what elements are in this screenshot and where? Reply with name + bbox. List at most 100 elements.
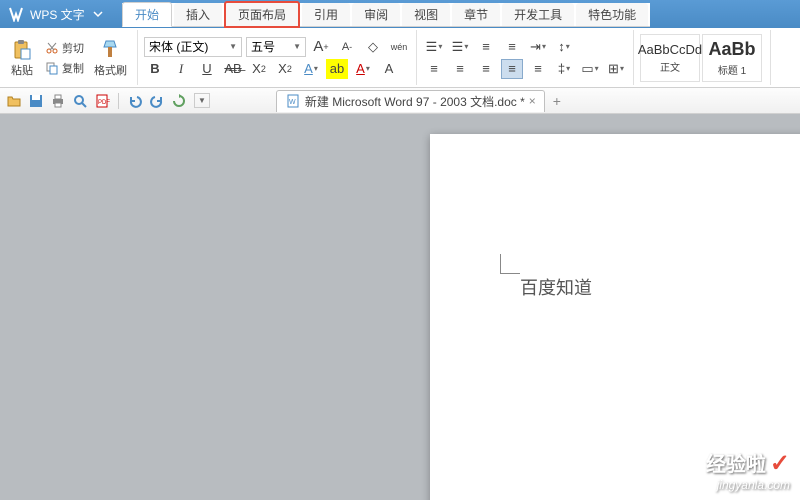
tab-review[interactable]: 审阅 — [352, 3, 400, 26]
phonetic-button[interactable]: wén — [388, 37, 410, 57]
line-spacing-icon: ‡ — [558, 61, 565, 76]
word-doc-icon: W — [285, 93, 301, 109]
chevron-down-icon: ▼ — [229, 42, 237, 51]
font-size-select[interactable]: 五号▼ — [246, 37, 306, 57]
align-justify-button[interactable]: ≡ — [501, 59, 523, 79]
paste-button[interactable]: 粘贴 — [6, 36, 38, 80]
list-bullets-icon: ☰ — [426, 39, 438, 55]
quick-access-toolbar: PDF ▼ W 新建 Microsoft Word 97 - 2003 文档.d… — [0, 88, 800, 114]
tab-insert[interactable]: 插入 — [174, 3, 222, 26]
subscript-button[interactable]: X2 — [274, 59, 296, 79]
qat-more-icon[interactable]: ▼ — [194, 93, 210, 108]
copy-label: 复制 — [62, 60, 84, 76]
numbering-button[interactable]: ☰▾ — [449, 37, 471, 57]
highlight-button[interactable]: ab — [326, 59, 348, 79]
redo-icon[interactable] — [149, 93, 165, 109]
border-button[interactable]: ⊞▾ — [605, 59, 627, 79]
tab-special[interactable]: 特色功能 — [576, 3, 648, 26]
underline-button[interactable]: U — [196, 59, 218, 79]
app-name: WPS 文字 — [30, 6, 85, 23]
indent-inc-button[interactable]: ≡ — [501, 37, 523, 57]
undo-icon[interactable] — [127, 93, 143, 109]
app-logo-icon — [8, 6, 24, 22]
bullets-button[interactable]: ☰▾ — [423, 37, 445, 57]
chevron-down-icon: ▼ — [293, 42, 301, 51]
checkmark-icon: ✓ — [770, 450, 790, 477]
close-tab-icon[interactable]: × — [529, 94, 536, 108]
style-preview: AaBbCcDd — [638, 42, 702, 57]
svg-text:PDF: PDF — [98, 100, 110, 106]
open-icon[interactable] — [6, 93, 22, 109]
tab-page-layout[interactable]: 页面布局 — [224, 1, 300, 28]
ribbon: 粘贴 剪切 复制 格式刷 宋体 (正文) ▼ 五号▼ A+ A- ◇ wén B … — [0, 28, 800, 88]
save-icon[interactable] — [28, 93, 44, 109]
svg-text:W: W — [289, 99, 296, 106]
export-pdf-icon[interactable]: PDF — [94, 93, 110, 109]
title-bar: WPS 文字 开始 插入 页面布局 引用 审阅 视图 章节 开发工具 特色功能 — [0, 0, 800, 28]
align-right-icon: ≡ — [482, 61, 490, 76]
align-left-button[interactable]: ≡ — [423, 59, 445, 79]
document-tab-title: 新建 Microsoft Word 97 - 2003 文档.doc * — [305, 93, 525, 110]
document-tab-bar: W 新建 Microsoft Word 97 - 2003 文档.doc * ×… — [276, 90, 569, 112]
watermark-url: jingyanla.com — [706, 478, 790, 492]
bold-button[interactable]: B — [144, 59, 166, 79]
workspace: 百度知道 — [0, 114, 800, 500]
font-group: 宋体 (正文) ▼ 五号▼ A+ A- ◇ wén B I U A̶B̶ X2 X… — [138, 30, 417, 85]
superscript-button[interactable]: X2 — [248, 59, 270, 79]
line-spacing-button[interactable]: ‡▾ — [553, 59, 575, 79]
clipboard-group: 粘贴 剪切 复制 格式刷 — [0, 30, 138, 85]
add-tab-button[interactable]: + — [545, 93, 569, 109]
cut-label: 剪切 — [62, 40, 84, 56]
text-color-button[interactable]: A▾ — [352, 59, 374, 79]
refresh-icon[interactable] — [171, 93, 187, 109]
align-left-icon: ≡ — [430, 61, 438, 76]
style-name: 正文 — [660, 59, 680, 74]
paste-label: 粘贴 — [11, 62, 33, 78]
preview-icon[interactable] — [72, 93, 88, 109]
tab-references[interactable]: 引用 — [302, 3, 350, 26]
format-painter-label: 格式刷 — [94, 62, 127, 78]
font-name-select[interactable]: 宋体 (正文) ▼ — [144, 37, 242, 57]
font-color-button[interactable]: A▾ — [300, 59, 322, 79]
style-preview: AaBb — [708, 39, 755, 60]
indent-right-icon: ≡ — [508, 39, 516, 54]
grow-font-button[interactable]: A+ — [310, 37, 332, 57]
italic-button[interactable]: I — [170, 59, 192, 79]
style-normal[interactable]: AaBbCcDd 正文 — [640, 34, 700, 82]
margin-corner-mark — [500, 254, 520, 274]
align-right-button[interactable]: ≡ — [475, 59, 497, 79]
strikethrough-button[interactable]: A̶B̶ — [222, 59, 244, 79]
clear-format-button[interactable]: ◇ — [362, 37, 384, 57]
tab-chapter[interactable]: 章节 — [452, 3, 500, 26]
document-page[interactable]: 百度知道 — [430, 134, 800, 500]
char-shading-button[interactable]: A — [378, 59, 400, 79]
print-icon[interactable] — [50, 93, 66, 109]
sort-button[interactable]: ↕▾ — [553, 37, 575, 57]
scissors-icon — [44, 40, 60, 56]
font-name-value: 宋体 (正文) — [149, 38, 208, 55]
indent-left-icon: ≡ — [482, 39, 490, 54]
shading-button[interactable]: ▭▾ — [579, 59, 601, 79]
app-menu-dropdown-icon[interactable] — [93, 9, 103, 19]
distribute-button[interactable]: ≡ — [527, 59, 549, 79]
format-painter-button[interactable]: 格式刷 — [90, 36, 131, 80]
sort-icon: ↕ — [558, 39, 565, 54]
tab-developer[interactable]: 开发工具 — [502, 3, 574, 26]
styles-group: AaBbCcDd 正文 AaBb 标题 1 — [634, 30, 771, 85]
document-body-text[interactable]: 百度知道 — [520, 274, 592, 300]
cut-button[interactable]: 剪切 — [42, 39, 86, 57]
tab-start[interactable]: 开始 — [122, 2, 172, 27]
align-center-icon: ≡ — [456, 61, 464, 76]
document-tab[interactable]: W 新建 Microsoft Word 97 - 2003 文档.doc * × — [276, 90, 545, 112]
style-heading1[interactable]: AaBb 标题 1 — [702, 34, 762, 82]
align-center-button[interactable]: ≡ — [449, 59, 471, 79]
paste-icon — [10, 38, 34, 62]
paragraph-group: ☰▾ ☰▾ ≡ ≡ ⇥▾ ↕▾ ≡ ≡ ≡ ≡ ≡ ‡▾ ▭▾ ⊞▾ — [417, 30, 634, 85]
indent-dec-button[interactable]: ≡ — [475, 37, 497, 57]
tab-view[interactable]: 视图 — [402, 3, 450, 26]
tab-button[interactable]: ⇥▾ — [527, 37, 549, 57]
brush-icon — [99, 38, 123, 62]
border-icon: ⊞ — [608, 61, 619, 77]
copy-button[interactable]: 复制 — [42, 59, 86, 77]
shrink-font-button[interactable]: A- — [336, 37, 358, 57]
